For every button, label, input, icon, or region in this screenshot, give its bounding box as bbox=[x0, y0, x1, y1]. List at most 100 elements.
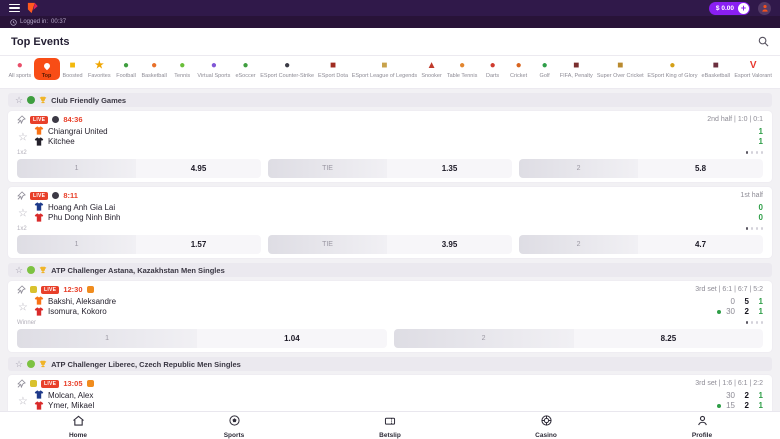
odds-button-1x2-1[interactable]: 1 4.95 bbox=[17, 159, 261, 178]
session-time: 00:37 bbox=[51, 19, 67, 25]
plus-icon[interactable]: + bbox=[738, 2, 749, 14]
nav-item-home[interactable]: Home bbox=[0, 412, 156, 439]
bottom-nav: Home Sports Betslip Casino Profile bbox=[0, 411, 780, 439]
odds-button-1x2-2[interactable]: 2 5.8 bbox=[519, 159, 763, 178]
odds-button-winner-2[interactable]: 2 8.25 bbox=[393, 329, 763, 348]
pager-dot bbox=[745, 321, 748, 324]
trophy-icon bbox=[39, 355, 47, 373]
score-value: 15 bbox=[726, 401, 735, 411]
teams-block: ☆ Hoang Anh Gia Lai 0 Phu Dong Ninh Binh 0 bbox=[17, 202, 763, 223]
sport-filter-ebasketball[interactable]: ■ eBasketball bbox=[699, 58, 732, 80]
nav-item-profile[interactable]: Profile bbox=[624, 412, 780, 439]
sport-filter-esoccer[interactable]: ● eSoccer bbox=[233, 58, 259, 80]
score-value: 30 bbox=[726, 390, 735, 400]
match-card[interactable]: LIVE 12:30 3rd set | 6:1 | 6:7 | 5:2 ☆ Baksh… bbox=[8, 281, 772, 352]
esport-dota-icon: ■ bbox=[330, 60, 337, 71]
sport-filter-label: Golf bbox=[539, 73, 550, 79]
balance-pill[interactable]: $ 0.00 + bbox=[708, 1, 750, 15]
sport-filter-favorites[interactable]: ★ Favorites bbox=[86, 58, 114, 80]
sport-filter-all-sports[interactable]: ● All sports bbox=[6, 58, 34, 80]
odds-button-1x2-1[interactable]: 1 1.57 bbox=[17, 235, 261, 254]
team-row: Kitchee 1 bbox=[34, 137, 763, 148]
sport-filter-basketball[interactable]: ● Basketball bbox=[139, 58, 169, 80]
snooker-icon: ▲ bbox=[426, 60, 437, 71]
team-name: Bakshi, Aleksandre bbox=[48, 296, 117, 306]
match-card[interactable]: LIVE 8:11 1st half ☆ Hoang Anh Gia Lai 0 Phu D… bbox=[8, 187, 772, 258]
sport-filter-table-tennis[interactable]: ● Table Tennis bbox=[445, 58, 480, 80]
score-value: 2 bbox=[744, 390, 749, 400]
sport-filter-virtual-sports[interactable]: ● Virtual Sports bbox=[195, 58, 232, 80]
hamburger-icon[interactable] bbox=[9, 3, 20, 13]
pager-dot bbox=[760, 321, 763, 324]
market-pager-dots[interactable] bbox=[745, 151, 763, 154]
market-pager-dots[interactable] bbox=[745, 227, 763, 230]
search-icon[interactable] bbox=[758, 36, 769, 47]
sport-filter-cricket[interactable]: ● Cricket bbox=[506, 58, 532, 80]
market-row: Winner bbox=[17, 318, 763, 327]
odds-label: 1 bbox=[17, 329, 198, 348]
score-value: 1 bbox=[758, 126, 763, 136]
sport-filter-esport-counter-strike[interactable]: ● ESport Counter-Strike bbox=[259, 58, 316, 80]
esport-league-of-legends-icon: ■ bbox=[381, 60, 388, 71]
favorite-match-star-icon[interactable]: ☆ bbox=[18, 130, 28, 143]
sport-filter-super-over-cricket[interactable]: ■ Super Over Cricket bbox=[595, 58, 646, 80]
favorite-league-star-icon[interactable]: ☆ bbox=[15, 359, 23, 369]
sport-filter-darts[interactable]: ● Darts bbox=[480, 58, 506, 80]
sport-filter-label: eSoccer bbox=[235, 73, 256, 79]
favorite-league-star-icon[interactable]: ☆ bbox=[15, 95, 23, 105]
sport-filter-football[interactable]: ● Football bbox=[113, 58, 139, 80]
nav-item-casino[interactable]: Casino bbox=[468, 412, 624, 439]
odds-label: 2 bbox=[519, 159, 639, 178]
match-meta-row: LIVE 13:05 3rd set | 1:6 | 6:1 | 2:2 bbox=[17, 378, 763, 389]
league-title: ATP Challenger Astana, Kazakhstan Men Si… bbox=[51, 265, 225, 275]
sport-filter-esport-dota[interactable]: ■ ESport Dota bbox=[316, 58, 351, 80]
odds-button-1x2-tie[interactable]: TIE 1.35 bbox=[268, 159, 512, 178]
league-header-atp-challenger-liberec-czech-republic-men-singles[interactable]: ☆ ATP Challenger Liberec, Czech Republic … bbox=[8, 357, 772, 371]
sport-filter-golf[interactable]: ● Golf bbox=[532, 58, 558, 80]
user-avatar[interactable] bbox=[758, 1, 771, 15]
favorite-match-star-icon[interactable]: ☆ bbox=[18, 394, 28, 407]
sport-filter-label: Super Over Cricket bbox=[596, 73, 644, 79]
sport-filter-esport-valorant[interactable]: V Esport Valorant bbox=[732, 58, 774, 80]
nav-item-betslip[interactable]: Betslip bbox=[312, 412, 468, 439]
pager-dot bbox=[750, 151, 753, 154]
sport-filter-label: Snooker bbox=[421, 73, 442, 79]
sport-filter-esport-king-of-glory[interactable]: ● ESport King of Glory bbox=[646, 58, 700, 80]
tennis-icon: ● bbox=[179, 60, 186, 71]
odds-button-1x2-tie[interactable]: TIE 3.95 bbox=[268, 235, 512, 254]
events-header: Top Events bbox=[0, 28, 780, 56]
odds-label: TIE bbox=[268, 235, 388, 254]
fifa-penalty-icon: ■ bbox=[573, 60, 580, 71]
match-card[interactable]: LIVE 84:36 2nd half | 1:0 | 0:1 ☆ Chiangrai … bbox=[8, 111, 772, 182]
sport-filter-snooker[interactable]: ▲ Snooker bbox=[419, 58, 445, 80]
favorite-league-star-icon[interactable]: ☆ bbox=[15, 265, 23, 275]
match-period: 3rd set | 1:6 | 6:1 | 2:2 bbox=[695, 380, 763, 387]
app-root: $ 0.00 + Logged in: 00:37 Top Events ● Al… bbox=[0, 0, 780, 439]
nav-item-label: Betslip bbox=[379, 431, 401, 439]
boosted-icon: ■ bbox=[69, 60, 76, 71]
market-label: 1x2 bbox=[17, 225, 27, 232]
sport-filter-boosted[interactable]: ■ Boosted bbox=[60, 58, 86, 80]
casino-icon bbox=[540, 413, 552, 431]
match-time: 13:05 bbox=[63, 379, 83, 388]
brand-logo[interactable] bbox=[26, 2, 39, 14]
league-header-atp-challenger-astana-kazakhstan-men-singles[interactable]: ☆ ATP Challenger Astana, Kazakhstan Men S… bbox=[8, 263, 772, 277]
sport-filter-tennis[interactable]: ● Tennis bbox=[169, 58, 195, 80]
sport-filter-label: Favorites bbox=[87, 73, 111, 79]
sport-filter-esport-league-of-legends[interactable]: ■ ESport League of Legends bbox=[350, 58, 418, 80]
pager-dot bbox=[750, 227, 753, 230]
nav-item-sports[interactable]: Sports bbox=[156, 412, 312, 439]
highlight-badge-icon bbox=[86, 380, 94, 387]
favorite-match-star-icon[interactable]: ☆ bbox=[18, 300, 28, 313]
sport-filter-fifa-penalty[interactable]: ■ FIFA, Penalty bbox=[558, 58, 595, 80]
session-strip: Logged in: 00:37 bbox=[0, 16, 780, 28]
team-scores: 1 bbox=[749, 137, 763, 146]
sport-filter-label: Virtual Sports bbox=[197, 73, 231, 79]
league-header-club-friendly-games[interactable]: ☆ Club Friendly Games bbox=[8, 93, 772, 107]
sport-filter-top[interactable]: Top bbox=[33, 58, 60, 80]
odds-button-1x2-2[interactable]: 2 4.7 bbox=[519, 235, 763, 254]
favorite-match-star-icon[interactable]: ☆ bbox=[18, 206, 28, 219]
odds-button-winner-1[interactable]: 1 1.04 bbox=[17, 329, 387, 348]
market-row: 1x2 bbox=[17, 148, 763, 157]
market-pager-dots[interactable] bbox=[745, 321, 763, 324]
